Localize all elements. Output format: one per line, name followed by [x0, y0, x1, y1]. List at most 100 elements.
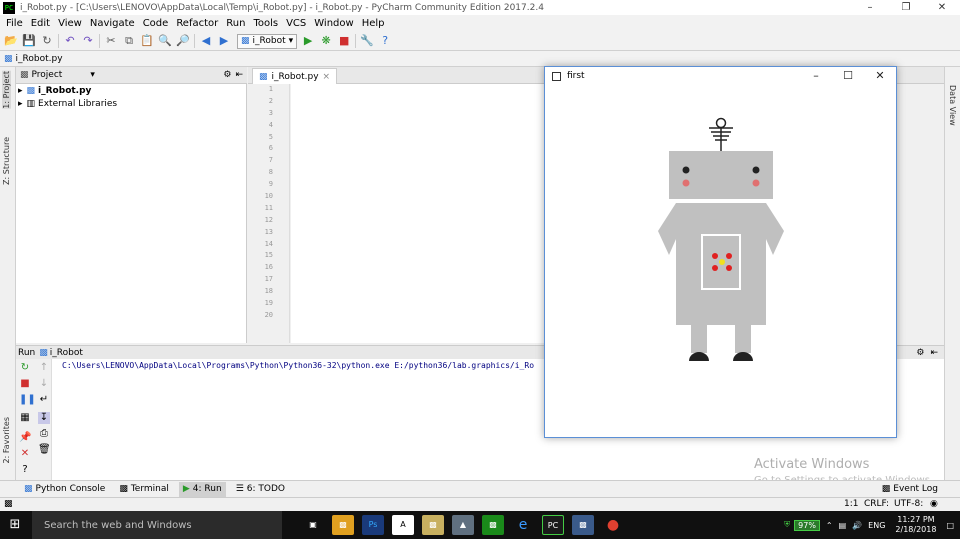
image-app-icon[interactable]: ▩ — [422, 515, 444, 535]
debug-icon[interactable]: ❋ — [319, 34, 333, 48]
rerun-icon[interactable]: ↻ — [19, 362, 31, 374]
hdl-app-icon[interactable]: A — [392, 515, 414, 535]
menu-refactor[interactable]: Refactor — [176, 18, 218, 29]
antenna-ball — [715, 117, 727, 129]
arrow-down-icon[interactable]: ↓ — [38, 378, 50, 390]
python-taskbar-icon[interactable]: ▩ — [572, 515, 594, 535]
monitor-app-icon[interactable]: ▩ — [482, 515, 504, 535]
lock-icon[interactable]: ◉ — [930, 499, 938, 509]
tab-terminal[interactable]: ▩ Terminal — [115, 482, 173, 497]
undo-icon[interactable]: ↶ — [63, 34, 77, 48]
forward-icon[interactable]: ▶ — [217, 34, 231, 48]
pause-icon[interactable]: ❚❚ — [19, 394, 36, 406]
tab-run[interactable]: ▶ 4: Run — [178, 481, 226, 497]
minimize-button[interactable]: – — [852, 0, 888, 15]
tab-favorites[interactable]: 2: Favorites — [2, 417, 11, 463]
back-icon[interactable]: ◀ — [199, 34, 213, 48]
menu-help[interactable]: Help — [362, 18, 385, 29]
editor-tab[interactable]: ▩ i_Robot.py × — [252, 68, 338, 84]
menu-view[interactable]: View — [58, 18, 82, 29]
tab-event-log[interactable]: ▩ Event Log — [878, 482, 942, 497]
chrome-icon[interactable]: ● — [602, 515, 624, 535]
edge-icon[interactable]: e — [512, 515, 534, 535]
chevron-up-icon[interactable]: ⌃ — [826, 521, 833, 530]
replace-icon[interactable]: 🔎 — [176, 34, 190, 48]
photos-icon[interactable]: ▲ — [452, 515, 474, 535]
run-config-select[interactable]: ▩ i_Robot ▾ — [237, 33, 298, 49]
gear-icon[interactable]: ⚙ — [916, 348, 924, 358]
collapse-icon[interactable]: ⇤ — [235, 70, 243, 80]
gear-icon[interactable]: ⚙ — [223, 70, 231, 80]
paste-icon[interactable]: 📋 — [140, 34, 154, 48]
task-view-icon[interactable]: ▣ — [302, 515, 324, 535]
breadcrumb-item[interactable]: i_Robot.py — [16, 54, 63, 64]
find-icon[interactable]: 🔍 — [158, 34, 172, 48]
redo-icon[interactable]: ↷ — [81, 34, 95, 48]
minimize-button[interactable]: – — [800, 67, 832, 85]
cursor-position[interactable]: 1:1 — [844, 499, 858, 509]
tab-todo[interactable]: ☰ 6: TODO — [232, 482, 289, 497]
menu-run[interactable]: Run — [226, 18, 245, 29]
project-view-select[interactable]: Project — [32, 70, 63, 80]
restore-button[interactable]: ❐ — [888, 0, 924, 15]
line-separator[interactable]: CRLF: — [864, 499, 889, 509]
stop-icon[interactable]: ■ — [337, 34, 351, 48]
photoshop-icon[interactable]: Ps — [362, 515, 384, 535]
file-explorer-icon[interactable]: ▩ — [332, 515, 354, 535]
layout-icon[interactable]: ▦ — [19, 412, 31, 424]
menu-code[interactable]: Code — [143, 18, 169, 29]
print-icon[interactable]: ⎙ — [38, 428, 50, 440]
open-folder-icon[interactable]: 📂 — [4, 34, 18, 48]
taskbar-search-input[interactable]: Search the web and Windows — [32, 511, 282, 539]
layout-icon[interactable]: ▩ — [4, 499, 13, 509]
language-indicator[interactable]: ENG — [868, 521, 885, 530]
tree-item-libraries[interactable]: ▸ ▥ External Libraries — [16, 97, 246, 110]
menu-edit[interactable]: Edit — [31, 18, 50, 29]
run-icon[interactable]: ▶ — [301, 34, 315, 48]
wrap-icon[interactable]: ↵ — [38, 394, 50, 406]
clock[interactable]: 11:27 PM 2/18/2018 — [895, 515, 936, 535]
settings-icon[interactable]: 🔧 — [360, 34, 374, 48]
collapse-icon[interactable]: ⇤ — [930, 348, 938, 358]
close-icon[interactable]: ✕ — [19, 448, 31, 460]
tab-structure[interactable]: Z: Structure — [2, 137, 11, 185]
pycharm-taskbar-icon[interactable]: PC — [542, 515, 564, 535]
pin-icon[interactable]: 📌 — [19, 432, 31, 444]
copy-icon[interactable]: ⧉ — [122, 34, 136, 48]
menu-file[interactable]: File — [6, 18, 23, 29]
toolbar-divider — [355, 34, 357, 48]
close-button[interactable]: ✕ — [924, 0, 960, 15]
code-editor[interactable] — [291, 84, 544, 343]
save-icon[interactable]: 💾 — [22, 34, 36, 48]
trash-icon[interactable]: 🗑 — [38, 444, 51, 456]
tab-data-view[interactable]: Data View — [948, 85, 957, 126]
sync-icon[interactable]: ↻ — [40, 34, 54, 48]
menu-vcs[interactable]: VCS — [286, 18, 306, 29]
cut-icon[interactable]: ✂ — [104, 34, 118, 48]
stop-icon[interactable]: ■ — [19, 378, 31, 390]
opengl-window: first – ☐ ✕ — [544, 66, 897, 438]
scroll-end-icon[interactable]: ↧ — [38, 412, 50, 424]
robot-cheek-right — [752, 179, 760, 187]
file-encoding[interactable]: UTF-8: — [894, 499, 923, 509]
windows-start-icon[interactable]: ⊞ — [0, 511, 30, 539]
shield-icon[interactable]: ⛨ — [784, 520, 790, 530]
chevron-down-icon[interactable]: ▾ — [90, 70, 95, 80]
tab-project[interactable]: 1: Project — [2, 71, 11, 109]
run-config-tab[interactable]: i_Robot — [50, 348, 83, 358]
help-icon[interactable]: ? — [378, 34, 392, 48]
arrow-up-icon[interactable]: ↑ — [38, 362, 50, 374]
network-icon[interactable]: ▤ — [839, 521, 847, 530]
notifications-icon[interactable]: □ — [946, 521, 954, 530]
menu-navigate[interactable]: Navigate — [90, 18, 135, 29]
maximize-button[interactable]: ☐ — [832, 67, 864, 85]
menu-tools[interactable]: Tools — [253, 18, 278, 29]
close-icon[interactable]: × — [323, 72, 331, 82]
tab-python-console[interactable]: ▩ Python Console — [20, 482, 109, 497]
volume-icon[interactable]: 🔊 — [852, 521, 862, 530]
close-button[interactable]: ✕ — [864, 67, 896, 85]
tree-item-file[interactable]: ▸ ▩ i_Robot.py — [16, 84, 246, 97]
help-icon[interactable]: ? — [19, 464, 31, 476]
menu-window[interactable]: Window — [314, 18, 353, 29]
battery-status[interactable]: 97% — [794, 519, 820, 531]
